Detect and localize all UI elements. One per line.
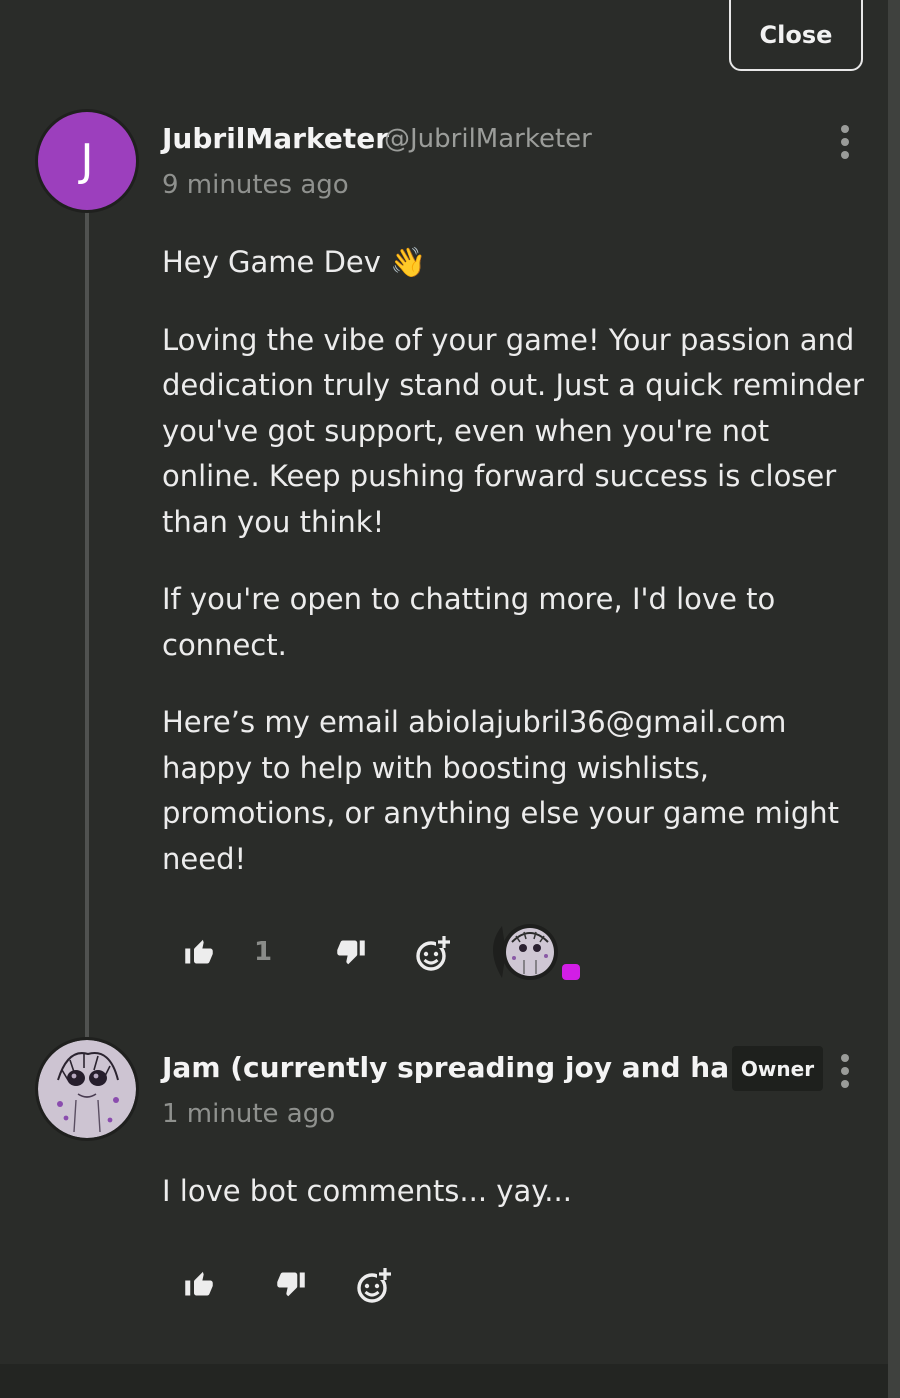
author-handle: @JubrilMarketer: [384, 124, 592, 154]
avatar-letter: J: [80, 135, 94, 186]
comment-body: I love bot comments... yay...: [162, 1169, 872, 1247]
add-reaction-icon[interactable]: [355, 1266, 395, 1310]
comment-timestamp[interactable]: 1 minute ago: [162, 1099, 335, 1129]
bottom-bar: [0, 1364, 888, 1398]
add-reaction-icon[interactable]: [414, 934, 454, 978]
thumbs-up-icon[interactable]: [184, 936, 214, 970]
reaction-avatar[interactable]: [484, 918, 584, 988]
comment-paragraph: Loving the vibe of your game! Your passi…: [162, 322, 864, 539]
avatar[interactable]: J: [38, 112, 136, 210]
more-vertical-icon[interactable]: [835, 122, 855, 162]
avatar[interactable]: [38, 1040, 136, 1138]
like-count: 1: [254, 937, 273, 967]
scrollbar-track[interactable]: [888, 0, 900, 1398]
author-name[interactable]: Jam (currently spreading joy and ha...: [162, 1051, 761, 1084]
thumbs-down-icon[interactable]: [276, 1270, 306, 1304]
thumbs-down-icon[interactable]: [336, 938, 366, 972]
comment-paragraph: Here’s my email abiolajubril36@gmail.com…: [162, 705, 839, 876]
close-button[interactable]: Close: [729, 0, 863, 71]
comment-text: I love bot comments... yay...: [162, 1174, 572, 1208]
comment-greeting: Hey Game Dev 👋: [162, 245, 427, 279]
thumbs-up-icon[interactable]: [184, 1268, 214, 1302]
comment-paragraph: If you're open to chatting more, I'd lov…: [162, 582, 776, 662]
comment-body: Hey Game Dev 👋 Loving the vibe of your g…: [162, 240, 872, 914]
owner-badge: Owner: [732, 1046, 823, 1091]
author-name[interactable]: JubrilMarketer: [162, 122, 389, 155]
thread-line: [85, 212, 89, 1037]
comment-timestamp[interactable]: 9 minutes ago: [162, 170, 349, 200]
more-vertical-icon[interactable]: [835, 1051, 855, 1091]
